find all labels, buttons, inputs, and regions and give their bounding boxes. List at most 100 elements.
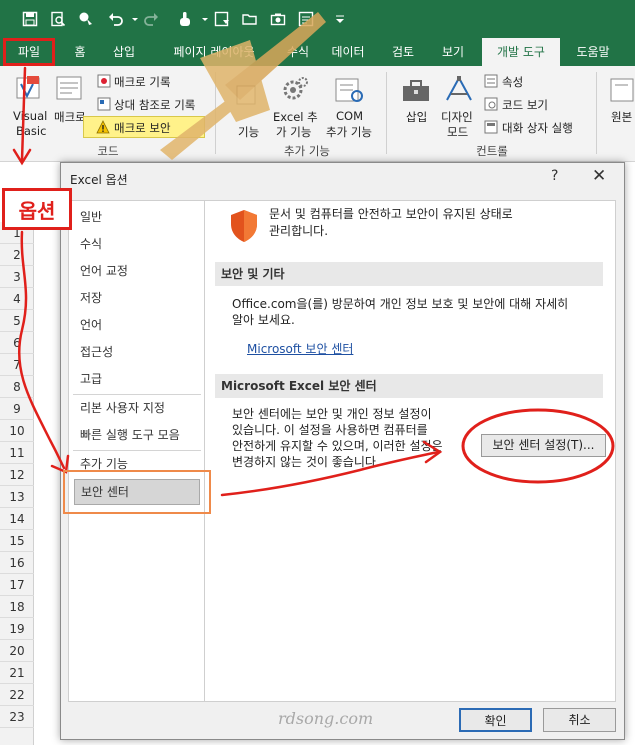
touch-mode-icon[interactable] [78, 11, 94, 27]
tab-home[interactable]: 홈 [60, 38, 100, 66]
nav-item-proofing[interactable]: 언어 교정 [80, 260, 128, 282]
touch-pointer-icon[interactable] [177, 11, 193, 27]
tab-developer[interactable]: 개발 도구 [482, 38, 560, 66]
relative-refs-icon [97, 97, 111, 111]
row-header-column: 1 2 3 4 5 6 7 8 9 10 11 12 13 14 15 16 1… [0, 222, 34, 745]
row-number[interactable]: 21 [0, 662, 34, 684]
help-button[interactable]: ? [551, 168, 558, 184]
properties-label[interactable]: 속성 [502, 74, 523, 90]
row-number[interactable]: 5 [0, 310, 34, 332]
row-number[interactable]: 23 [0, 706, 34, 728]
properties-icon [484, 74, 498, 88]
run-dialog-label[interactable]: 대화 상자 실행 [502, 120, 573, 136]
open-folder-icon[interactable] [242, 11, 258, 27]
ok-button[interactable]: 확인 [459, 708, 532, 732]
row-number[interactable]: 8 [0, 376, 34, 398]
visual-basic-label-1[interactable]: Visual [13, 109, 47, 123]
run-dialog-icon [484, 120, 498, 134]
row-number[interactable]: 4 [0, 288, 34, 310]
xml-source-icon [610, 78, 634, 102]
insert-control-label[interactable]: 삽입 [406, 109, 427, 125]
trust-center-page: 문서 및 컴퓨터를 안전하고 보안이 유지된 상태로 관리합니다. 보안 및 기… [204, 200, 616, 702]
row-number[interactable]: 18 [0, 596, 34, 618]
nav-item-advanced[interactable]: 고급 [80, 368, 102, 390]
quick-access-toolbar [0, 0, 635, 38]
tab-view[interactable]: 보기 [430, 38, 476, 66]
section-excel-trust-center: Microsoft Excel 보안 센터 [215, 374, 603, 398]
visual-basic-label-2[interactable]: Basic [16, 124, 46, 138]
tab-help[interactable]: 도움말 [564, 38, 622, 66]
xml-source-label[interactable]: 원본 [611, 109, 632, 125]
nav-item-language[interactable]: 언어 [80, 314, 102, 336]
record-macro-label[interactable]: 매크로 기록 [114, 74, 171, 90]
row-number[interactable]: 20 [0, 640, 34, 662]
nav-item-quick-access-toolbar[interactable]: 빠른 실행 도구 모음 [80, 424, 180, 446]
undo-icon[interactable] [108, 11, 124, 27]
excel-addins-label-1[interactable]: Excel 추 [273, 109, 318, 125]
nav-item-general[interactable]: 일반 [80, 206, 102, 228]
row-number[interactable]: 11 [0, 442, 34, 464]
row-number[interactable]: 3 [0, 266, 34, 288]
design-mode-label-2[interactable]: 모드 [447, 124, 468, 140]
touch-dropdown-icon[interactable] [197, 11, 208, 27]
macros-label[interactable]: 매크로 [54, 109, 86, 125]
row-number[interactable]: 22 [0, 684, 34, 706]
tab-page-layout[interactable]: 페이지 레이아웃 [154, 38, 274, 66]
customize-dropdown-icon[interactable] [332, 11, 344, 27]
tab-insert[interactable]: 삽입 [102, 38, 146, 66]
tab-formulas[interactable]: 수식 [278, 38, 318, 66]
nav-item-save[interactable]: 저장 [80, 287, 102, 309]
row-number[interactable]: 7 [0, 354, 34, 376]
code-group-label: 코드 [97, 144, 119, 158]
relative-refs-label[interactable]: 상대 참조로 기록 [114, 97, 195, 113]
row-number[interactable]: 12 [0, 464, 34, 486]
row-number[interactable]: 10 [0, 420, 34, 442]
excel-addins-label-2[interactable]: 가 기능 [276, 124, 311, 140]
trust-center-settings-button[interactable]: 보안 센터 설정(T)... [481, 434, 606, 457]
record-macro-icon [97, 74, 111, 88]
design-mode-label-1[interactable]: 디자인 [441, 109, 473, 125]
row-number[interactable]: 13 [0, 486, 34, 508]
tab-review[interactable]: 검토 [380, 38, 426, 66]
macro-security-label[interactable]: 매크로 보안 [114, 120, 171, 136]
row-number[interactable]: 17 [0, 574, 34, 596]
form-icon[interactable] [298, 11, 314, 27]
print-preview-icon[interactable] [50, 11, 66, 27]
watermark: rdsong.com [278, 709, 374, 728]
nav-item-accessibility[interactable]: 접근성 [80, 341, 113, 363]
ribbon-tab-bar: 파일 홈 삽입 페이지 레이아웃 수식 데이터 검토 보기 개발 도구 도움말 [0, 38, 635, 66]
camera-icon[interactable] [270, 11, 286, 27]
tab-file[interactable]: 파일 [3, 38, 55, 66]
row-number[interactable]: 2 [0, 244, 34, 266]
undo-dropdown-icon[interactable] [127, 11, 138, 27]
view-code-label[interactable]: 코드 보기 [502, 97, 548, 113]
macros-icon [56, 76, 82, 100]
cancel-button[interactable]: 취소 [543, 708, 616, 732]
row-number[interactable]: 19 [0, 618, 34, 640]
visual-basic-icon [16, 76, 40, 99]
nav-item-formulas[interactable]: 수식 [80, 233, 102, 255]
row-number[interactable]: 9 [0, 398, 34, 420]
close-button[interactable]: ✕ [592, 166, 606, 186]
row-number[interactable]: 14 [0, 508, 34, 530]
com-addins-label-2[interactable]: 추가 기능 [326, 124, 372, 140]
section2-text-line-4: 변경하지 않는 것이 좋습니다. [232, 455, 380, 469]
row-number[interactable]: 16 [0, 552, 34, 574]
save-as-icon[interactable] [214, 11, 230, 27]
microsoft-trust-center-link[interactable]: Microsoft 보안 센터 [247, 340, 353, 357]
tab-data[interactable]: 데이터 [322, 38, 374, 66]
section2-text-line-3: 안전하게 유지할 수 있으며, 이러한 설정은 [232, 439, 443, 453]
nav-separator [73, 450, 201, 451]
row-number[interactable]: 6 [0, 332, 34, 354]
com-addins-label-1[interactable]: COM [336, 109, 363, 123]
row-number[interactable]: 15 [0, 530, 34, 552]
dialog-title: Excel 옵션 [70, 173, 128, 187]
view-code-icon [484, 97, 498, 111]
group-separator [215, 72, 216, 154]
addins-label[interactable]: 기능 [238, 124, 259, 140]
nav-item-customize-ribbon[interactable]: 리본 사용자 지정 [80, 397, 165, 419]
header-text-line-2: 관리합니다. [269, 224, 329, 238]
save-icon[interactable] [22, 11, 38, 27]
group-separator [386, 72, 387, 154]
addins-icon [236, 85, 256, 105]
